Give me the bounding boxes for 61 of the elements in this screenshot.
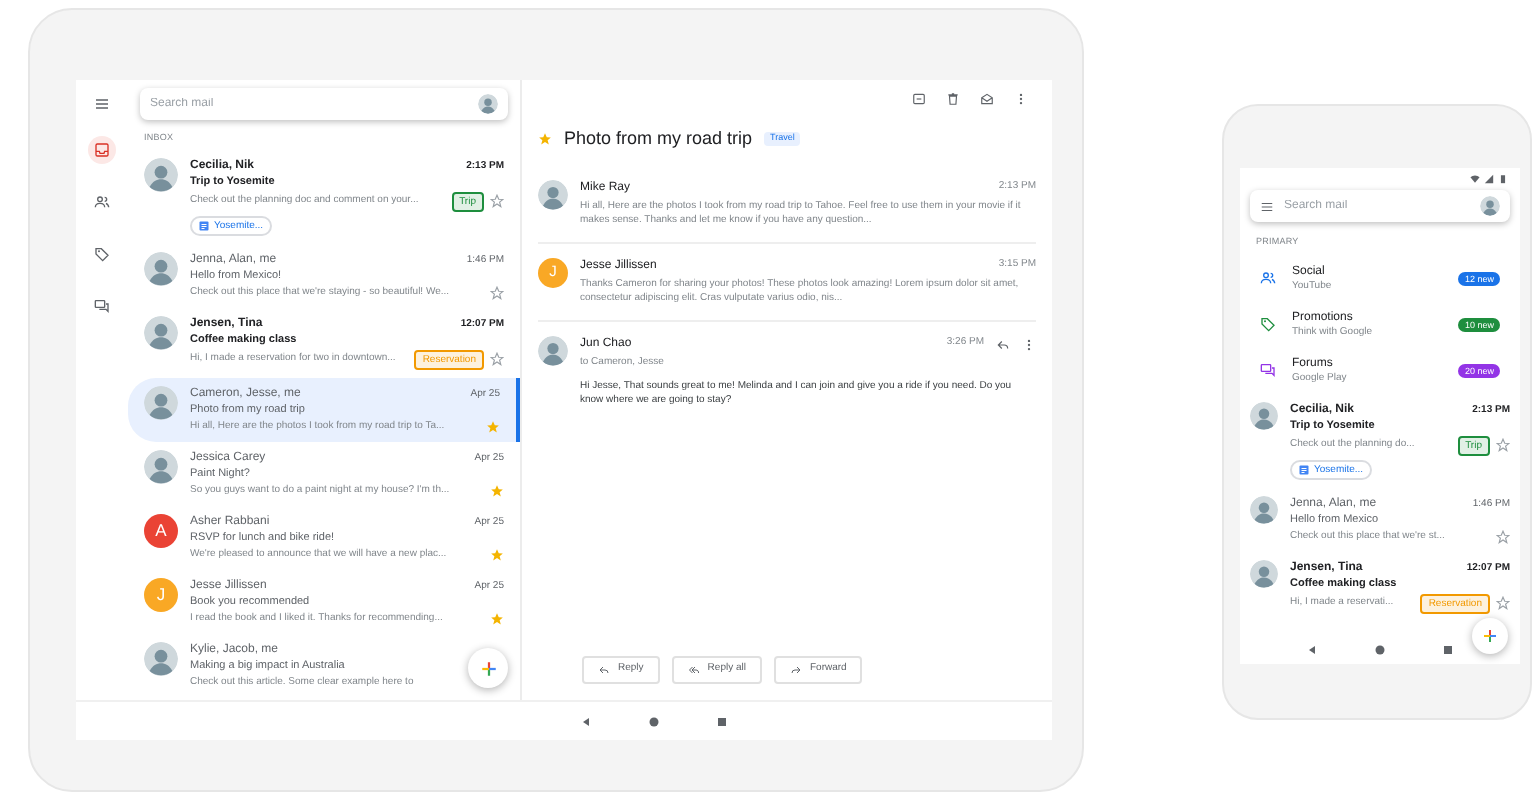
avatar: [144, 449, 178, 484]
forward-icon: [789, 664, 802, 676]
compose-button[interactable]: [1472, 618, 1508, 654]
tag-icon: [1260, 316, 1276, 333]
avatar: [1250, 495, 1278, 524]
menu-icon[interactable]: [94, 96, 110, 112]
archive-icon[interactable]: [912, 92, 926, 106]
star-icon[interactable]: [1496, 596, 1510, 611]
star-icon[interactable]: [490, 285, 504, 300]
avatar: [1250, 559, 1278, 588]
compose-button[interactable]: [468, 648, 508, 688]
chat-icon: [1260, 362, 1276, 379]
wifi-icon: [1470, 174, 1480, 184]
recents-icon[interactable]: [1442, 644, 1454, 656]
reply-icon: [598, 664, 610, 676]
trash-icon[interactable]: [946, 92, 960, 106]
chat-icon: [94, 298, 110, 314]
avatar: [144, 641, 178, 676]
avatar: [144, 385, 178, 420]
people-icon: [1260, 270, 1276, 287]
star-icon[interactable]: [486, 419, 500, 434]
star-icon[interactable]: [1496, 438, 1510, 453]
plus-icon: [479, 659, 497, 677]
home-icon[interactable]: [1374, 644, 1386, 656]
avatar: [144, 315, 178, 350]
back-icon[interactable]: [1306, 644, 1318, 656]
signal-icon: [1484, 174, 1494, 184]
tag-icon: [94, 246, 110, 262]
back-icon[interactable]: [580, 715, 592, 727]
inbox-icon: [94, 142, 110, 158]
avatar: J: [144, 577, 178, 612]
plus-icon: [1482, 628, 1498, 644]
avatar: [1250, 401, 1278, 430]
star-icon[interactable]: [538, 132, 552, 147]
menu-icon[interactable]: [1260, 199, 1274, 213]
star-icon[interactable]: [490, 611, 504, 626]
avatar: [144, 157, 178, 192]
people-icon: [94, 194, 110, 210]
star-icon[interactable]: [1496, 529, 1510, 544]
home-icon[interactable]: [648, 715, 660, 727]
document-icon: [198, 219, 210, 232]
inbox-nav-button[interactable]: [88, 136, 116, 164]
envelope-icon[interactable]: [980, 92, 994, 106]
star-icon[interactable]: [490, 352, 504, 367]
avatar: A: [144, 513, 178, 548]
recents-icon[interactable]: [716, 715, 728, 727]
avatar: [538, 335, 568, 365]
battery-icon: [1498, 174, 1508, 184]
star-icon[interactable]: [490, 194, 504, 209]
thread-subject: Photo from my road trip: [564, 126, 753, 152]
avatar: [1480, 196, 1500, 216]
avatar: [144, 251, 178, 286]
document-icon: [1298, 463, 1310, 476]
reply-icon[interactable]: [996, 337, 1010, 351]
star-icon[interactable]: [490, 483, 504, 498]
more-icon[interactable]: [1022, 337, 1036, 351]
avatar: [478, 94, 498, 114]
star-icon[interactable]: [490, 547, 504, 562]
reply-all-icon: [687, 664, 700, 676]
avatar: [538, 179, 568, 209]
more-icon[interactable]: [1014, 92, 1028, 106]
